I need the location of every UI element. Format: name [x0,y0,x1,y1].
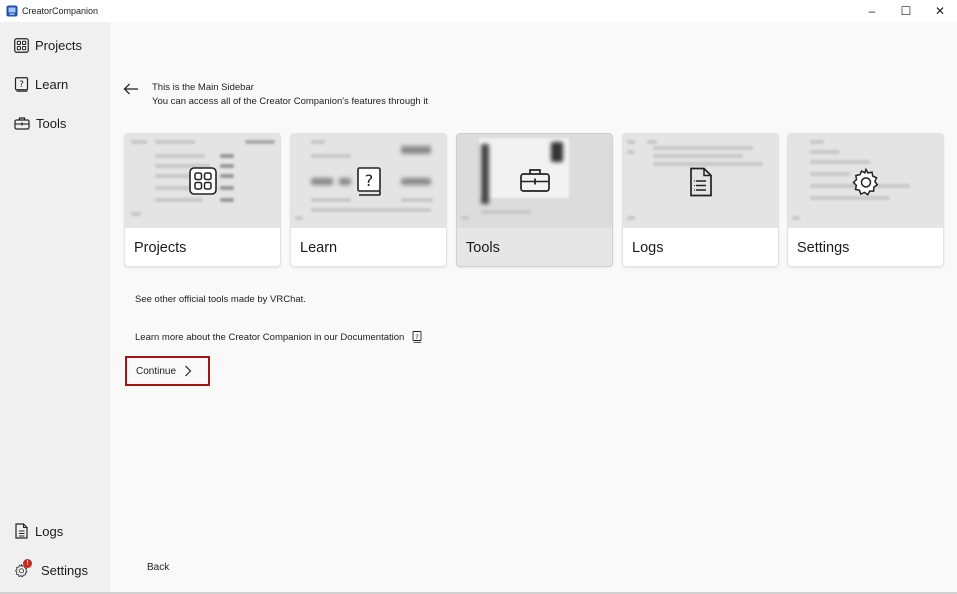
main-content: This is the Main Sidebar You can access … [110,22,957,592]
card-tools[interactable]: Tools [456,133,613,267]
notification-badge: ! [23,558,32,568]
minimize-button[interactable]: – [855,0,889,22]
documentation-link-label: Learn more about the Creator Companion i… [135,331,405,343]
window-title: CreatorCompanion [22,6,99,16]
gear-icon [851,167,878,196]
card-label: Learn [300,240,338,256]
sidebar-item-label: Learn [35,76,69,92]
question-book-icon: ? [356,167,381,196]
projects-grid-icon [188,167,217,195]
sidebar-item-logs[interactable]: Logs [14,520,63,542]
chevron-right-icon [185,365,192,377]
documentation-link[interactable]: Learn more about the Creator Companion i… [135,331,422,343]
main-sidebar: Projects ? Learn Tools Logs ! Settings [0,22,110,594]
toolbox-icon [519,169,550,192]
svg-text:?: ? [416,333,419,341]
maximize-button[interactable]: ☐ [889,0,923,22]
back-button[interactable]: Back [147,562,169,573]
sidebar-item-tools[interactable]: Tools [14,112,66,134]
continue-label: Continue [136,365,177,377]
document-icon [689,167,712,197]
sidebar-item-label: Logs [35,523,64,539]
intro-heading: This is the Main Sidebar [152,82,254,93]
tutorial-intro: This is the Main Sidebar You can access … [152,81,428,109]
title-bar: CreatorCompanion – ☐ ✕ [0,0,957,22]
sidebar-item-projects[interactable]: Projects [14,34,82,56]
card-projects[interactable]: Projects [124,133,281,267]
sidebar-item-settings[interactable]: ! Settings [14,558,88,581]
svg-text:?: ? [19,80,24,90]
continue-button[interactable]: Continue [125,356,210,386]
document-icon [15,523,28,539]
question-book-icon: ? [14,76,29,92]
sidebar-item-learn[interactable]: ? Learn [14,73,68,95]
card-learn[interactable]: ? Learn [290,133,447,267]
question-book-icon: ? [412,331,422,343]
svg-text:?: ? [364,171,373,190]
intro-text: You can access all of the Creator Compan… [152,96,429,107]
card-label: Settings [797,240,850,256]
card-settings[interactable]: Settings [787,133,944,267]
app-logo-icon [6,5,18,17]
card-logs[interactable]: Logs [622,133,779,267]
close-button[interactable]: ✕ [923,0,957,22]
toolbox-icon [14,116,30,130]
card-label: Logs [632,240,664,256]
card-label: Projects [134,240,187,256]
sidebar-item-label: Tools [36,115,67,131]
sidebar-item-label: Projects [35,37,82,53]
settings-icon-wrap: ! [14,558,35,578]
projects-grid-icon [14,37,29,53]
back-arrow-icon[interactable] [123,83,139,95]
tools-description: See other official tools made by VRChat. [135,294,306,305]
sidebar-item-label: Settings [41,562,88,578]
card-label: Tools [466,240,500,256]
